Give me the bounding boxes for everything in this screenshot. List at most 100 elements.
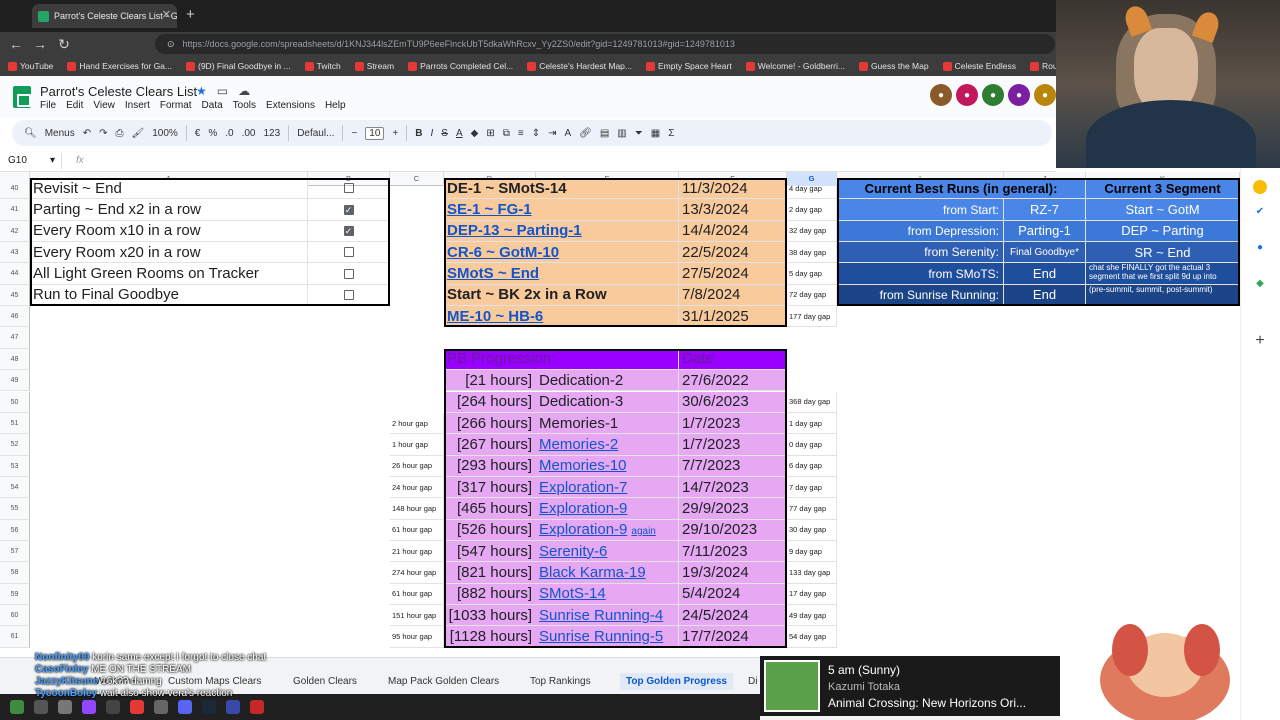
menu-insert[interactable]: Insert — [125, 100, 150, 111]
bear-icon[interactable]: ● — [930, 84, 952, 106]
number-format-button[interactable]: 123 — [264, 128, 281, 139]
sheet-tab-top-rankings[interactable]: Top Rankings — [530, 676, 591, 687]
pb-room-name[interactable]: Black Karma-19 — [539, 564, 646, 581]
menu-view[interactable]: View — [93, 100, 115, 111]
filter-icon[interactable]: ⏷ — [635, 128, 643, 139]
print-icon[interactable]: ⎙ — [116, 128, 124, 139]
pb-room[interactable]: Serenity-6 — [536, 540, 679, 563]
checkbox-cell[interactable] — [308, 263, 390, 285]
bookmark-item[interactable]: Guess the Map — [858, 61, 929, 71]
star-icon[interactable]: ★ — [196, 84, 217, 98]
pb-room[interactable]: Memories-10 — [536, 455, 679, 477]
app-icon[interactable] — [34, 700, 48, 714]
pb-room-name[interactable]: Exploration-9 — [539, 521, 627, 538]
decrease-decimal-button[interactable]: .0 — [225, 128, 233, 139]
menu-file[interactable]: File — [40, 100, 56, 111]
app-icon[interactable] — [250, 700, 264, 714]
percent-button[interactable]: % — [208, 128, 217, 139]
fill-color-icon[interactable]: ◆ — [471, 128, 479, 139]
cat-icon[interactable]: ● — [956, 84, 978, 106]
menu-extensions[interactable]: Extensions — [266, 100, 315, 111]
segment-name[interactable]: ME-10 ~ HB-6 — [444, 306, 679, 328]
row-header[interactable]: 41 — [0, 199, 30, 221]
app-icon[interactable] — [106, 700, 120, 714]
currency-button[interactable]: € — [195, 128, 201, 139]
font-size-increase-button[interactable]: + — [392, 128, 398, 139]
forward-icon[interactable]: → — [28, 36, 52, 52]
borders-icon[interactable]: ⊞ — [486, 128, 494, 139]
font-size-field[interactable]: 10 — [365, 126, 385, 140]
tasks-icon[interactable]: ✔ — [1253, 204, 1267, 218]
bookmark-item[interactable]: Celeste's Hardest Map... — [527, 61, 632, 71]
link-icon[interactable]: 🔗︎ — [579, 128, 592, 139]
row-header[interactable]: 60 — [0, 605, 30, 627]
merge-icon[interactable]: ⧉ — [503, 128, 510, 139]
font-select[interactable]: Defaul... — [297, 128, 334, 139]
back-icon[interactable]: ← — [4, 36, 28, 52]
bookmark-item[interactable]: Celeste Endless — [942, 61, 1016, 71]
bookmark-item[interactable]: YouTube — [8, 61, 53, 71]
app-icon[interactable] — [154, 700, 168, 714]
menus-search[interactable]: Menus — [45, 128, 75, 139]
bookmark-item[interactable]: Empty Space Heart — [646, 61, 732, 71]
functions-icon[interactable]: Σ — [668, 128, 674, 139]
checkbox-cell[interactable]: ✓ — [308, 199, 390, 221]
row-header[interactable]: 57 — [0, 540, 30, 563]
pb-room-name[interactable]: Sunrise Running-5 — [539, 628, 663, 645]
app-icon[interactable] — [58, 700, 72, 714]
checkbox-cell[interactable]: ✓ — [308, 220, 390, 243]
steam-icon[interactable] — [202, 700, 216, 714]
pb-room-name[interactable]: Memories-10 — [539, 457, 627, 474]
pb-room[interactable]: Black Karma-19 — [536, 562, 679, 584]
checkbox[interactable] — [343, 289, 354, 300]
checkbox-cell[interactable] — [308, 178, 390, 200]
pb-room[interactable]: Exploration-9 — [536, 498, 679, 520]
browser-tab[interactable]: Parrot's Celeste Clears List - Go ✕ — [32, 4, 177, 28]
strikethrough-icon[interactable]: S — [441, 128, 448, 139]
add-icon[interactable]: + — [1253, 332, 1267, 349]
row-header[interactable]: 51 — [0, 412, 30, 435]
discord-icon[interactable] — [178, 700, 192, 714]
segment-name[interactable]: SMotS ~ End — [444, 263, 679, 285]
pb-room[interactable]: SMotS-14 — [536, 583, 679, 605]
row-header[interactable]: 47 — [0, 327, 30, 349]
segment-name[interactable]: SE-1 ~ FG-1 — [444, 199, 679, 221]
menu-help[interactable]: Help — [325, 100, 346, 111]
pb-room-name[interactable]: Sunrise Running-4 — [539, 607, 663, 624]
chrome-icon[interactable] — [130, 700, 144, 714]
row-header[interactable]: 46 — [0, 306, 30, 328]
menu-data[interactable]: Data — [202, 100, 223, 111]
font-size-decrease-button[interactable]: − — [351, 128, 357, 139]
bookmark-item[interactable]: Welcome! - Goldberri... — [745, 61, 845, 71]
checkbox-cell[interactable] — [308, 284, 390, 307]
contacts-icon[interactable]: ● — [1253, 240, 1267, 254]
increase-decimal-button[interactable]: .00 — [242, 128, 256, 139]
row-header[interactable]: 61 — [0, 626, 30, 648]
sheet-tab-map-pack-golden-clears[interactable]: Map Pack Golden Clears — [388, 676, 499, 687]
align-icon[interactable]: ≡ — [518, 128, 524, 139]
row-header[interactable]: 48 — [0, 348, 30, 371]
sheet-tab-top-golden-progress[interactable]: Top Golden Progress — [620, 673, 733, 690]
app-icon[interactable] — [10, 700, 24, 714]
checkbox[interactable]: ✓ — [343, 204, 354, 215]
bold-icon[interactable]: B — [415, 128, 422, 139]
row-header[interactable]: 52 — [0, 434, 30, 456]
bookmark-item[interactable]: Hand Exercises for Ga... — [67, 61, 172, 71]
pb-room[interactable]: Exploration-9 again — [536, 519, 679, 541]
row-header[interactable]: 50 — [0, 391, 30, 413]
new-tab-icon[interactable]: + — [186, 6, 195, 23]
row-header[interactable]: 54 — [0, 476, 30, 499]
text-color-icon[interactable]: A — [456, 128, 463, 139]
row-header[interactable]: 56 — [0, 519, 30, 541]
pb-room[interactable]: Sunrise Running-5 — [536, 626, 679, 648]
bookmark-item[interactable]: Twitch — [304, 61, 341, 71]
wrap-icon[interactable]: ⇥ — [548, 128, 556, 139]
pig-icon[interactable]: ● — [1008, 84, 1030, 106]
spreadsheet-grid[interactable]: ABCDEFGIJK 40Revisit ~ End41Parting ~ En… — [0, 172, 1240, 657]
doc-title[interactable]: Parrot's Celeste Clears List — [40, 84, 197, 99]
menu-format[interactable]: Format — [160, 100, 192, 111]
pb-room[interactable]: Sunrise Running-4 — [536, 605, 679, 627]
checkbox[interactable]: ✓ — [343, 225, 354, 236]
segment-name[interactable]: CR-6 ~ GotM-10 — [444, 242, 679, 264]
app-icon[interactable] — [226, 700, 240, 714]
